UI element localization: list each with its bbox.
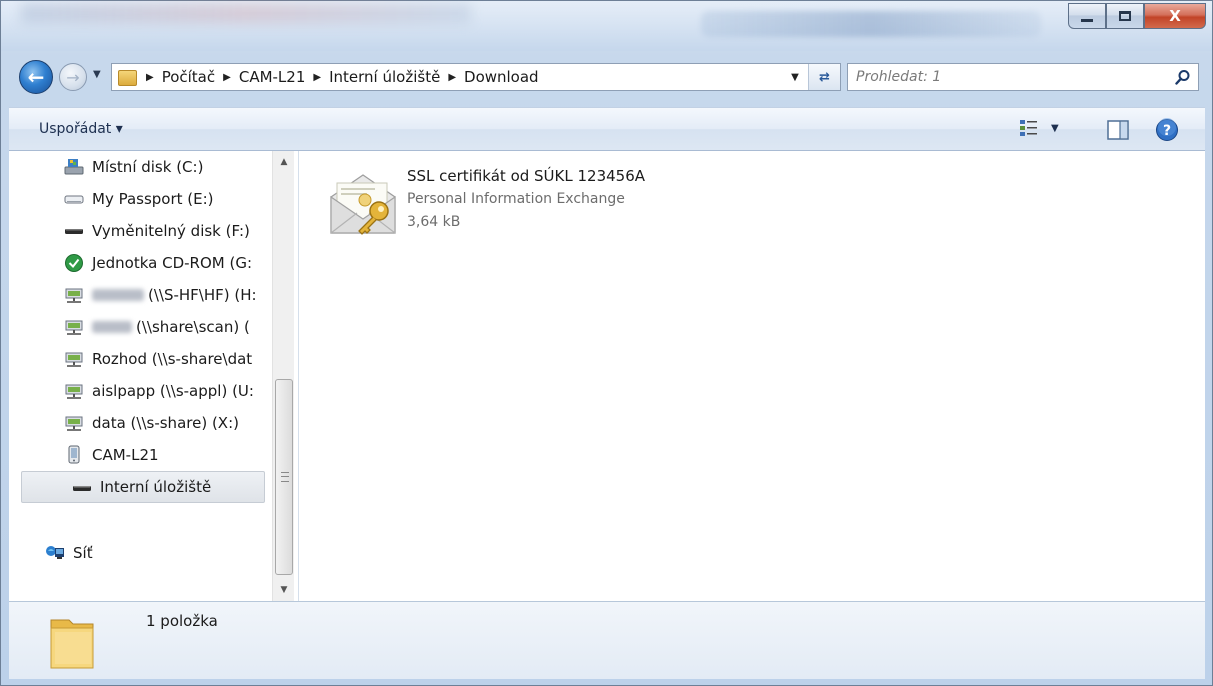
preview-pane-button[interactable]	[1107, 120, 1129, 144]
forward-arrow-icon: →	[66, 67, 80, 87]
breadcrumb-internal-storage[interactable]: Interní úložiště	[329, 68, 440, 86]
folder-icon	[47, 610, 111, 674]
details-pane: 1 položka	[9, 601, 1205, 679]
breadcrumb-download[interactable]: Download	[464, 68, 539, 86]
help-icon: ?	[1156, 118, 1178, 141]
grip-icon	[281, 472, 289, 482]
removable-disk-icon	[64, 221, 84, 241]
back-arrow-icon: ←	[27, 65, 45, 89]
cd-rom-icon	[64, 253, 84, 273]
change-view-button[interactable]: ▼	[1019, 118, 1059, 138]
address-history-dropdown[interactable]: ▼	[784, 64, 806, 90]
folder-icon	[118, 68, 138, 86]
chevron-right-icon[interactable]: ▶	[223, 72, 231, 83]
file-size: 3,64 kB	[407, 214, 461, 230]
chevron-down-icon: ▼	[1051, 122, 1059, 134]
sidebar-item-cd-rom[interactable]: Jednotka CD-ROM (G:	[9, 247, 269, 279]
minimize-button[interactable]	[1068, 3, 1106, 29]
explorer-window: X ← → ▼ ▶ Počítač ▶ CAM-L21 ▶ Interní úl…	[0, 0, 1213, 686]
navigation-pane-scrollbar[interactable]: ▲ ▼	[272, 151, 294, 601]
sidebar-item-label: Rozhod (\\s-share\dat	[92, 350, 253, 368]
network-drive-icon	[64, 413, 84, 433]
sidebar-item-label: Vyměnitelný disk (F:)	[92, 222, 250, 240]
chevron-right-icon[interactable]: ▶	[313, 72, 321, 83]
maximize-icon	[1119, 11, 1131, 21]
scroll-down-button[interactable]: ▼	[273, 579, 295, 601]
sidebar-item-label: Jednotka CD-ROM (G:	[92, 254, 253, 272]
refresh-button[interactable]: ⇄	[808, 64, 840, 90]
sidebar-item-my-passport[interactable]: My Passport (E:)	[9, 183, 269, 215]
help-button[interactable]: ?	[1155, 118, 1179, 146]
close-button[interactable]: X	[1144, 3, 1206, 29]
navigation-pane: Místní disk (C:) My Passport (E:) Vyměni…	[9, 151, 299, 601]
minimize-icon	[1081, 18, 1093, 22]
certificate-icon	[327, 167, 399, 239]
breadcrumb-computer[interactable]: Počítač	[162, 68, 215, 86]
command-bar: Uspořádat ▾ ▼ ?	[9, 107, 1205, 151]
sidebar-item-label: aislpapp (\\s-appl) (U:	[92, 382, 254, 400]
organize-menu-button[interactable]: Uspořádat ▾	[39, 121, 123, 137]
svg-text:?: ?	[1163, 123, 1171, 139]
sidebar-item-aislpapp[interactable]: aislpapp (\\s-appl) (U:	[9, 375, 269, 407]
network-icon	[45, 543, 65, 563]
redacted-name	[92, 289, 144, 301]
breadcrumb-device[interactable]: CAM-L21	[239, 68, 306, 86]
sidebar-item-label: (\\S-HF\HF) (H:	[148, 286, 257, 304]
search-icon[interactable]	[1168, 64, 1198, 90]
chevron-right-icon[interactable]: ▶	[448, 72, 456, 83]
external-drive-icon	[64, 189, 84, 209]
redacted-name	[92, 321, 132, 333]
sidebar-item-data[interactable]: data (\\s-share) (X:)	[9, 407, 269, 439]
sidebar-item-label: Interní úložiště	[100, 478, 212, 496]
address-bar[interactable]: ▶ Počítač ▶ CAM-L21 ▶ Interní úložiště ▶…	[111, 63, 841, 91]
recent-pages-dropdown[interactable]: ▼	[93, 69, 101, 80]
window-controls: X	[1068, 3, 1206, 29]
network-drive-icon	[64, 285, 84, 305]
close-icon: X	[1169, 7, 1181, 25]
file-name: SSL certifikát od SÚKL 123456A	[407, 167, 646, 185]
scrollbar-thumb[interactable]	[275, 379, 293, 575]
file-type: Personal Information Exchange	[407, 191, 625, 207]
network-drive-icon	[64, 381, 84, 401]
chevron-right-icon[interactable]: ▶	[146, 72, 154, 83]
sidebar-item-label: Síť	[73, 544, 93, 562]
forward-button[interactable]: →	[59, 63, 87, 91]
file-item[interactable]: SSL certifikát od SÚKL 123456A Personal …	[327, 165, 687, 245]
view-options-icon	[1020, 120, 1037, 136]
network-drive-icon	[64, 317, 84, 337]
blurred-background-area	[701, 11, 1041, 37]
sidebar-item-network[interactable]: Síť	[9, 537, 269, 569]
sidebar-item-internal-storage[interactable]: Interní úložiště	[21, 471, 265, 503]
sidebar-item-cam-l21[interactable]: CAM-L21	[9, 439, 269, 471]
sidebar-item-label: CAM-L21	[92, 446, 159, 464]
sidebar-item-network-drive-scan[interactable]: (\\share\scan) (	[9, 311, 269, 343]
blurred-title-area	[21, 3, 471, 23]
sidebar-item-local-disk[interactable]: Místní disk (C:)	[9, 151, 269, 183]
storage-drive-icon	[72, 477, 92, 497]
phone-device-icon	[64, 445, 84, 465]
title-bar[interactable]: X	[1, 1, 1212, 51]
refresh-icon: ⇄	[819, 69, 830, 85]
local-disk-icon	[64, 157, 84, 177]
file-list-pane: SSL certifikát od SÚKL 123456A Personal …	[299, 151, 1205, 601]
sidebar-item-network-drive-h[interactable]: (\\S-HF\HF) (H:	[9, 279, 269, 311]
sidebar-item-label: My Passport (E:)	[92, 190, 214, 208]
maximize-button[interactable]	[1106, 3, 1144, 29]
search-input[interactable]	[848, 69, 1168, 85]
chevron-down-icon: ▼	[791, 71, 799, 83]
sidebar-item-label: (\\share\scan) (	[136, 318, 250, 336]
sidebar-item-label: Místní disk (C:)	[92, 158, 204, 176]
chevron-down-icon: ▼	[280, 585, 288, 595]
chevron-up-icon: ▲	[280, 157, 288, 167]
sidebar-item-label: data (\\s-share) (X:)	[92, 414, 239, 432]
back-button[interactable]: ←	[19, 60, 53, 94]
network-drive-icon	[64, 349, 84, 369]
item-count: 1 položka	[146, 612, 218, 630]
search-box[interactable]	[847, 63, 1199, 91]
sidebar-item-removable-disk[interactable]: Vyměnitelný disk (F:)	[9, 215, 269, 247]
scroll-up-button[interactable]: ▲	[273, 151, 295, 173]
navigation-bar: ← → ▼ ▶ Počítač ▶ CAM-L21 ▶ Interní úlož…	[19, 57, 1199, 97]
sidebar-item-rozhod[interactable]: Rozhod (\\s-share\dat	[9, 343, 269, 375]
preview-pane-icon	[1107, 120, 1129, 140]
